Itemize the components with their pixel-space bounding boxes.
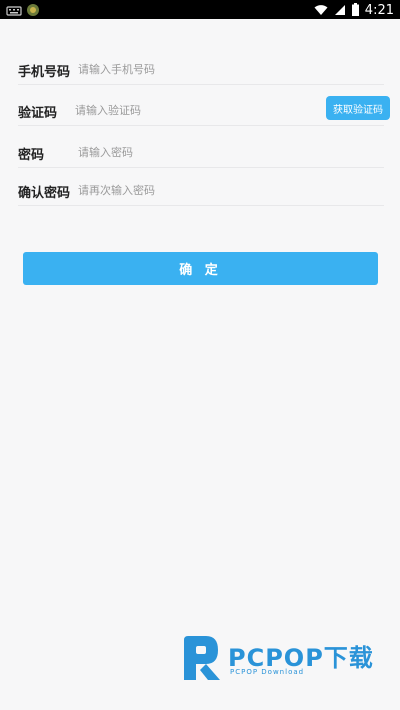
get-code-button[interactable]: 获取验证码 (326, 96, 390, 120)
signal-icon (334, 1, 346, 20)
code-input[interactable] (75, 100, 315, 120)
confirm-password-input[interactable] (78, 180, 318, 200)
password-row: 密码 (18, 138, 384, 168)
clock: 4:21 (364, 3, 394, 18)
code-row: 验证码 获取验证码 (18, 96, 390, 126)
phone-label: 手机号码 (18, 65, 71, 80)
confirm-password-label: 确认密码 (18, 186, 71, 201)
status-bar: 4:21 (0, 0, 400, 19)
pcpop-logo-icon (180, 634, 222, 688)
keyboard-icon (6, 2, 22, 21)
phone-row: 手机号码 (18, 55, 384, 85)
wifi-icon (314, 1, 328, 20)
phone-input[interactable] (78, 59, 318, 79)
watermark: PCPOP下载 PCPOP Download (180, 634, 390, 684)
battery-icon (351, 1, 359, 20)
confirm-password-row: 确认密码 (18, 176, 384, 206)
password-input[interactable] (78, 142, 318, 162)
code-label: 验证码 (18, 106, 58, 121)
password-label: 密码 (18, 148, 45, 163)
app-notification-icon (26, 2, 40, 21)
confirm-button[interactable]: 确 定 (23, 252, 378, 285)
watermark-subtitle: PCPOP Download (230, 668, 305, 676)
